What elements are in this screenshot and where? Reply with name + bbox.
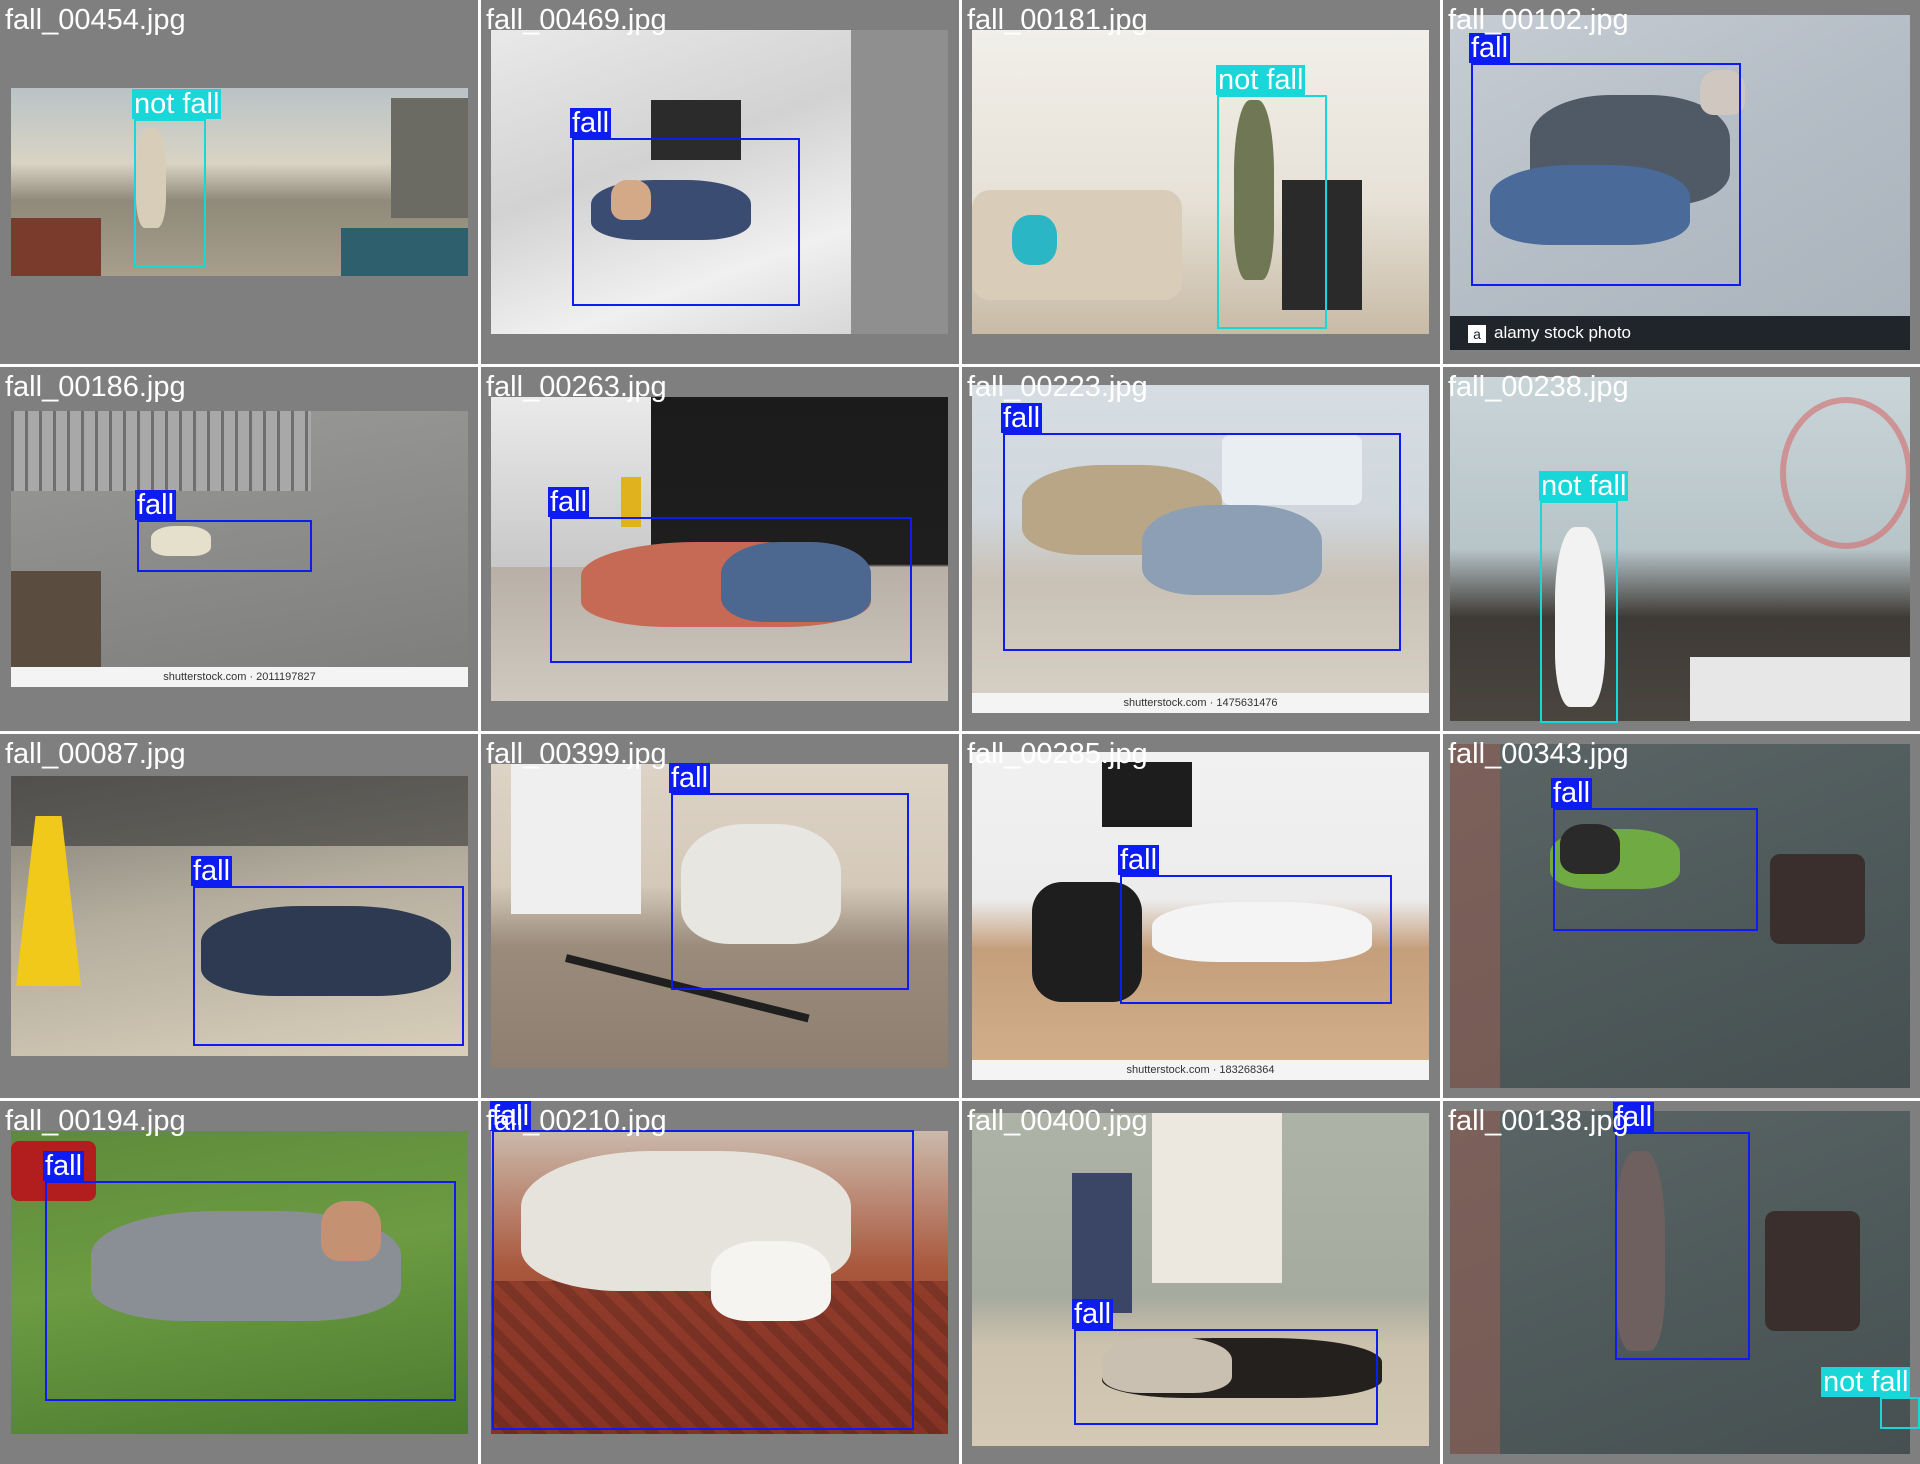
tile-fall-00181: not fall fall_00181.jpg [962, 0, 1440, 364]
fall-label: fall [1551, 777, 1593, 809]
fall-box [492, 1130, 914, 1430]
fall-box [671, 793, 909, 990]
fall-label: fall [1118, 844, 1160, 876]
fall-label: fall [669, 762, 711, 794]
not-fall-label: not fall [1539, 470, 1629, 502]
fall-box [1471, 63, 1741, 286]
not-fall-box [1540, 501, 1618, 723]
file-name: fall_00223.jpg [967, 371, 1148, 403]
watermark-bar: a alamy stock photo [1450, 316, 1910, 350]
not-fall-box [1217, 95, 1327, 329]
watermark-bar: shutterstock.com · 2011197827 [11, 667, 468, 687]
fall-box [1074, 1329, 1378, 1425]
photo [972, 30, 1429, 334]
fall-label: fall [135, 489, 177, 521]
tile-fall-00210: fall fall_00210.jpg [481, 1101, 959, 1464]
file-name: fall_00238.jpg [1448, 371, 1629, 403]
file-name: fall_00263.jpg [486, 371, 667, 403]
tile-fall-00285: shutterstock.com · 183268364 fall fall_0… [962, 734, 1440, 1098]
photo [1450, 377, 1910, 721]
tile-fall-00263: fall fall_00263.jpg [481, 367, 959, 731]
tile-fall-00238: not fall fall_00238.jpg [1443, 367, 1920, 731]
tile-fall-00469: fall fall_00469.jpg [481, 0, 959, 364]
photo [11, 88, 468, 276]
fall-box [45, 1181, 456, 1401]
not-fall-label: not fall [132, 88, 222, 120]
fall-label: fall [1001, 402, 1043, 434]
file-name: fall_00194.jpg [5, 1105, 186, 1137]
fall-box [1003, 433, 1401, 651]
not-fall-label: not fall [1821, 1366, 1911, 1398]
watermark-bar: shutterstock.com · 183268364 [972, 1060, 1429, 1080]
tile-fall-00194: fall fall_00194.jpg [0, 1101, 478, 1464]
tile-fall-00400: fall fall_00400.jpg [962, 1101, 1440, 1464]
file-name: fall_00399.jpg [486, 738, 667, 770]
tile-fall-00102: a alamy stock photo fall fall_00102.jpg [1443, 0, 1920, 364]
fall-label: fall [548, 486, 590, 518]
watermark-bar: shutterstock.com · 1475631476 [972, 693, 1429, 713]
tile-fall-00186: shutterstock.com · 2011197827 fall fall_… [0, 367, 478, 731]
tile-fall-00343: fall fall_00343.jpg [1443, 734, 1920, 1098]
fall-box [137, 520, 312, 572]
file-name: fall_00210.jpg [486, 1105, 667, 1137]
not-fall-box [1880, 1397, 1920, 1429]
file-name: fall_00469.jpg [486, 4, 667, 36]
not-fall-label: not fall [1216, 64, 1306, 96]
fall-label: fall [43, 1150, 85, 1182]
detection-grid: not fall fall_00454.jpg fall fall_00469.… [0, 0, 1920, 1464]
tile-fall-00223: shutterstock.com · 1475631476 fall fall_… [962, 367, 1440, 731]
file-name: fall_00343.jpg [1448, 738, 1629, 770]
file-name: fall_00087.jpg [5, 738, 186, 770]
file-name: fall_00102.jpg [1448, 4, 1629, 36]
not-fall-box [134, 119, 206, 267]
fall-label: fall [191, 855, 233, 887]
fall-box [1553, 808, 1758, 931]
fall-box [1615, 1132, 1750, 1360]
watermark-text: alamy stock photo [1494, 323, 1632, 342]
file-name: fall_00285.jpg [967, 738, 1148, 770]
tile-fall-00454: not fall fall_00454.jpg [0, 0, 478, 364]
file-name: fall_00400.jpg [967, 1105, 1148, 1137]
tile-fall-00087: fall fall_00087.jpg [0, 734, 478, 1098]
file-name: fall_00454.jpg [5, 4, 186, 36]
tile-fall-00138: fall not fall fall_00138.jpg [1443, 1101, 1920, 1464]
tile-fall-00399: fall fall_00399.jpg [481, 734, 959, 1098]
fall-box [572, 138, 800, 306]
fall-label: fall [570, 107, 612, 139]
file-name: fall_00138.jpg [1448, 1105, 1629, 1137]
fall-box [1120, 875, 1392, 1004]
file-name: fall_00181.jpg [967, 4, 1148, 36]
alamy-logo-icon: a [1468, 324, 1486, 343]
fall-box [193, 886, 464, 1046]
file-name: fall_00186.jpg [5, 371, 186, 403]
fall-label: fall [1072, 1298, 1114, 1330]
fall-box [550, 517, 912, 663]
